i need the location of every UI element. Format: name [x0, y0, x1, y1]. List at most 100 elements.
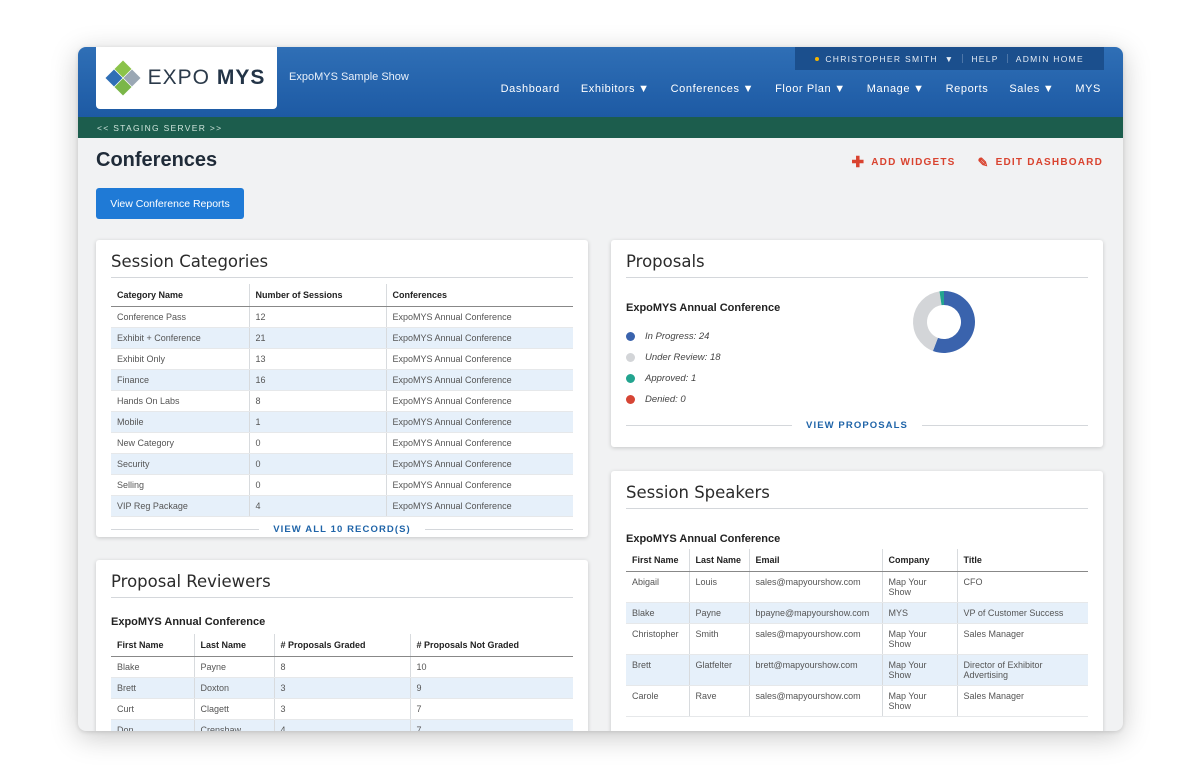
table-row[interactable]: Conference Pass 12 ExpoMYS Annual Conferen… [111, 306, 573, 328]
nav-floor-plan[interactable]: Floor Plan ▼ [775, 83, 846, 95]
table-cell: Carole [626, 685, 690, 717]
table-row[interactable]: Finance 16 ExpoMYS Annual Conference [111, 369, 573, 391]
column-header[interactable]: Last Name [194, 634, 275, 657]
page-title: Conferences [96, 149, 218, 171]
nav-reports[interactable]: Reports [946, 83, 989, 95]
session-speakers-table: First Name Last Name Email Company Title… [626, 549, 1088, 717]
divider [111, 529, 260, 530]
table-row[interactable]: Blake Payne bpayne@mapyourshow.com MYS VP of… [626, 602, 1088, 624]
table-cell: Payne [689, 602, 750, 624]
table-cell: Finance [111, 369, 250, 391]
table-row[interactable]: Blake Payne 8 10 [111, 656, 573, 678]
table-row[interactable]: Brett Doxton 3 9 [111, 677, 573, 699]
table-cell: Exhibit + Conference [111, 327, 250, 349]
table-cell: VP of Customer Success [957, 602, 1088, 624]
table-row[interactable]: Brett Glatfelter brett@mapyourshow.com Map … [626, 654, 1088, 686]
table-cell: 12 [249, 306, 387, 328]
chevron-down-icon: ▼ [742, 83, 755, 95]
legend-label: Denied: 0 [645, 394, 686, 405]
table-cell: Rave [689, 685, 750, 717]
view-proposals-link[interactable]: VIEW PROPOSALS [792, 420, 922, 431]
table-row[interactable]: Curt Clagett 3 7 [111, 698, 573, 720]
divider [424, 529, 574, 530]
table-cell: Director of Exhibitor Advertising [957, 654, 1088, 686]
table-cell: sales@mapyourshow.com [749, 685, 883, 717]
table-cell: 0 [249, 432, 387, 454]
table-row[interactable]: Security 0 ExpoMYS Annual Conference [111, 453, 573, 475]
card-title: Proposal Reviewers [111, 572, 573, 598]
edit-dashboard-button[interactable]: ✎ EDIT DASHBOARD [978, 155, 1103, 170]
nav-sales[interactable]: Sales ▼ [1009, 83, 1054, 95]
table-cell: VIP Reg Package [111, 495, 250, 517]
table-cell: Brett [111, 677, 195, 699]
nav-exhibitors[interactable]: Exhibitors ▼ [581, 83, 650, 95]
chevron-down-icon: ▼ [834, 83, 846, 95]
column-header[interactable]: Category Name [111, 284, 250, 307]
chevron-down-icon: ▼ [944, 53, 955, 64]
pencil-icon: ✎ [977, 155, 990, 170]
legend-dot-icon [626, 353, 635, 362]
table-cell: sales@mapyourshow.com [749, 623, 883, 655]
table-row[interactable]: Exhibit + Conference 21 ExpoMYS Annual Con… [111, 327, 573, 349]
table-cell: Selling [111, 474, 250, 496]
table-row[interactable]: Selling 0 ExpoMYS Annual Conference [111, 474, 573, 496]
table-cell: Curt [111, 698, 195, 720]
expomys-logo-icon [105, 60, 141, 96]
nav-mys[interactable]: MYS [1075, 83, 1101, 95]
view-all-records-link[interactable]: VIEW ALL 10 RECORD(S) [259, 524, 425, 535]
table-cell: Louis [689, 571, 750, 603]
column-header[interactable]: Number of Sessions [249, 284, 387, 307]
column-header[interactable]: Title [957, 549, 1088, 572]
table-row[interactable]: Mobile 1 ExpoMYS Annual Conference [111, 411, 573, 433]
view-conference-reports-button[interactable]: View Conference Reports [96, 188, 244, 219]
table-cell: 3 [274, 698, 411, 720]
legend-item: In Progress: 24 [626, 326, 1103, 347]
table-cell: Don [111, 719, 195, 731]
column-header[interactable]: Email [749, 549, 883, 572]
table-cell: ExpoMYS Annual Conference [386, 327, 573, 349]
nav-manage[interactable]: Manage ▼ [867, 83, 925, 95]
table-row[interactable]: Abigail Louis sales@mapyourshow.com Map You… [626, 571, 1088, 603]
table-cell: Map Your Show [882, 571, 958, 603]
table-row[interactable]: Exhibit Only 13 ExpoMYS Annual Conference [111, 348, 573, 370]
column-header[interactable]: # Proposals Graded [274, 634, 411, 657]
page-actions: ✚ ADD WIDGETS ✎ EDIT DASHBOARD [851, 155, 1103, 170]
table-cell: Conference Pass [111, 306, 250, 328]
logo[interactable]: EXPO MYS [96, 47, 277, 109]
table-cell: 10 [410, 656, 573, 678]
table-row[interactable]: New Category 0 ExpoMYS Annual Conference [111, 432, 573, 454]
column-header[interactable]: Company [882, 549, 958, 572]
column-header[interactable]: Conferences [386, 284, 573, 307]
divider [626, 425, 793, 426]
legend-dot-icon [626, 374, 635, 383]
help-link[interactable]: HELP [963, 54, 1006, 64]
admin-home-link[interactable]: ADMIN HOME [1008, 54, 1092, 64]
column-header[interactable]: Last Name [689, 549, 750, 572]
table-cell: MYS [882, 602, 958, 624]
table-cell: ExpoMYS Annual Conference [386, 348, 573, 370]
table-cell: 3 [274, 677, 411, 699]
table-cell: 0 [249, 474, 387, 496]
table-cell: 4 [274, 719, 411, 731]
column-header[interactable]: # Proposals Not Graded [410, 634, 573, 657]
table-cell: Payne [194, 656, 275, 678]
nav-conferences[interactable]: Conferences ▼ [671, 83, 754, 95]
table-cell: Exhibit Only [111, 348, 250, 370]
table-row[interactable]: Hands On Labs 8 ExpoMYS Annual Conference [111, 390, 573, 412]
app-window: EXPO MYS ExpoMYS Sample Show CHRISTOPHER… [78, 47, 1123, 731]
table-row[interactable]: Don Crenshaw 4 7 [111, 719, 573, 731]
column-header[interactable]: First Name [626, 549, 690, 572]
legend-dot-icon [626, 395, 635, 404]
nav-dashboard[interactable]: Dashboard [501, 83, 560, 95]
user-menu[interactable]: CHRISTOPHER SMITH ▼ [807, 54, 962, 64]
column-header[interactable]: First Name [111, 634, 195, 657]
add-widgets-button[interactable]: ✚ ADD WIDGETS [851, 155, 955, 170]
table-cell: 7 [410, 719, 573, 731]
table-cell: bpayne@mapyourshow.com [749, 602, 883, 624]
table-row[interactable]: Christopher Smith sales@mapyourshow.com Map… [626, 623, 1088, 655]
table-cell: sales@mapyourshow.com [749, 571, 883, 603]
table-cell: 13 [249, 348, 387, 370]
table-row[interactable]: Carole Rave sales@mapyourshow.com Map Your … [626, 685, 1088, 717]
table-row[interactable]: VIP Reg Package 4 ExpoMYS Annual Conferenc… [111, 495, 573, 517]
legend-label: Approved: 1 [645, 373, 697, 384]
